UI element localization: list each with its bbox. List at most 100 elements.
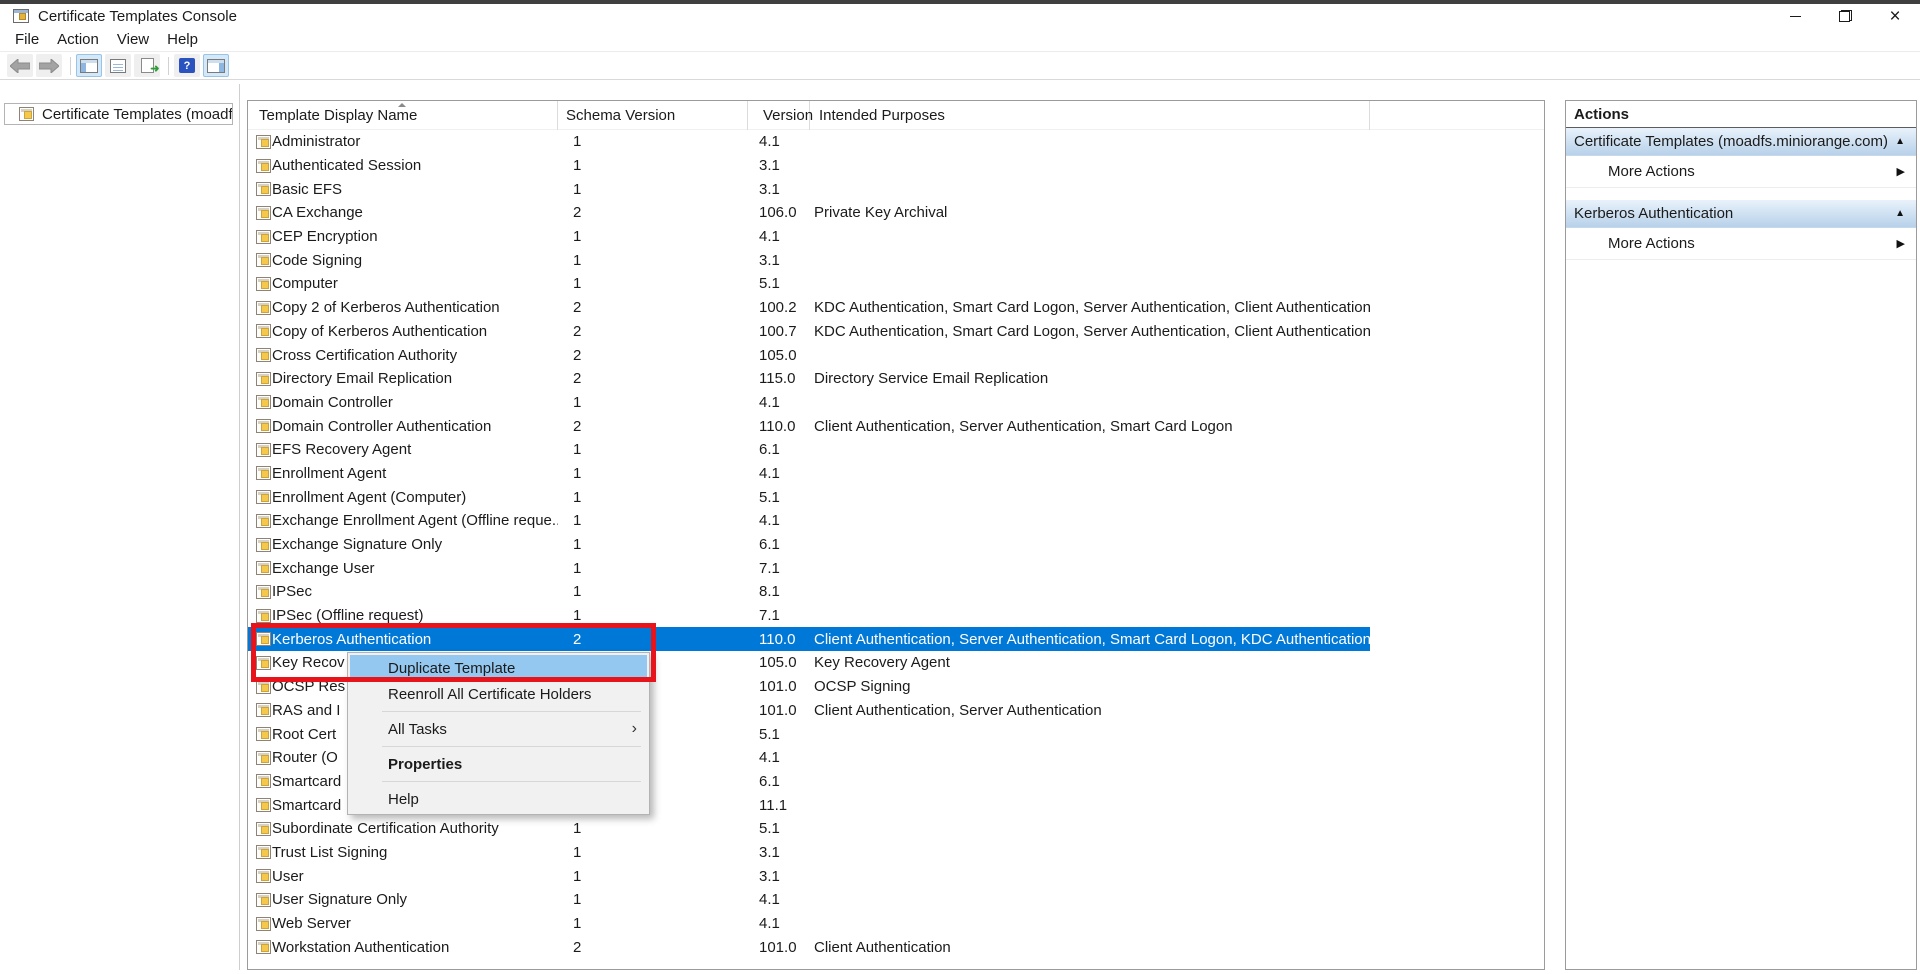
table-row[interactable]: Enrollment Agent14.1 [248, 462, 1370, 486]
cell-schema-version: 1 [558, 868, 748, 885]
cell-schema-version: 2 [558, 631, 748, 648]
menu-help[interactable]: Help [158, 29, 207, 50]
cell-schema-version: 1 [558, 844, 748, 861]
cell-version: 105.0 [748, 654, 810, 671]
cell-version: 115.0 [748, 370, 810, 387]
cell-template-name: IPSec (Offline request) [272, 607, 558, 624]
menu-file[interactable]: File [6, 29, 48, 50]
template-list-panel: Template Display Name Schema Version Ver… [247, 100, 1545, 970]
table-row[interactable]: Authenticated Session13.1 [248, 154, 1370, 178]
actions-section-header[interactable]: Certificate Templates (moadfs.miniorange… [1566, 128, 1916, 156]
cell-intended-purposes: Key Recovery Agent [810, 654, 1370, 671]
context-menu-item-help[interactable]: Help [348, 786, 649, 812]
actions-section: Kerberos Authentication▲More Actions▶ [1566, 200, 1916, 260]
table-row[interactable]: Exchange User17.1 [248, 556, 1370, 580]
export-list-button[interactable] [134, 54, 160, 77]
forward-button[interactable] [36, 54, 62, 77]
table-row[interactable]: Computer15.1 [248, 272, 1370, 296]
close-button[interactable]: × [1870, 4, 1920, 28]
table-row[interactable]: IPSec18.1 [248, 580, 1370, 604]
properties-list-icon [110, 59, 126, 73]
table-row[interactable]: Web Server14.1 [248, 912, 1370, 936]
table-row[interactable]: User Signature Only14.1 [248, 888, 1370, 912]
forward-arrow-icon [39, 59, 59, 73]
table-row[interactable]: CA Exchange2106.0Private Key Archival [248, 201, 1370, 225]
table-row[interactable]: Subordinate Certification Authority15.1 [248, 817, 1370, 841]
cell-template-name: Exchange Signature Only [272, 536, 558, 553]
menu-item-label: Reenroll All Certificate Holders [388, 686, 591, 703]
column-header-intended-purposes[interactable]: Intended Purposes [810, 101, 1370, 130]
table-row[interactable]: Workstation Authentication2101.0Client A… [248, 935, 1370, 959]
table-row[interactable]: Code Signing13.1 [248, 248, 1370, 272]
context-menu-item-duplicate-template[interactable]: Duplicate Template [350, 655, 647, 681]
actions-section-header[interactable]: Kerberos Authentication▲ [1566, 200, 1916, 228]
show-hide-action-pane-button[interactable] [203, 54, 229, 77]
restore-button[interactable] [1820, 4, 1870, 28]
column-header-schema-version[interactable]: Schema Version [558, 101, 748, 130]
context-menu-item-properties[interactable]: Properties [348, 751, 649, 777]
column-header-version[interactable]: Version [748, 101, 810, 130]
certificate-template-icon [248, 419, 272, 433]
table-row[interactable]: Domain Controller14.1 [248, 391, 1370, 415]
cell-schema-version: 1 [558, 560, 748, 577]
certificate-template-icon [248, 561, 272, 575]
cell-version: 3.1 [748, 844, 810, 861]
actions-section: Certificate Templates (moadfs.miniorange… [1566, 128, 1916, 188]
menu-separator [382, 746, 641, 747]
cell-template-name: Copy 2 of Kerberos Authentication [272, 299, 558, 316]
cell-schema-version: 1 [558, 275, 748, 292]
collapse-icon[interactable]: ▲ [1895, 136, 1905, 147]
certificate-template-icon [248, 727, 272, 741]
menu-action[interactable]: Action [48, 29, 108, 50]
cell-schema-version: 1 [558, 489, 748, 506]
more-actions-item[interactable]: More Actions▶ [1566, 156, 1916, 188]
certificate-template-icon [248, 585, 272, 599]
table-row[interactable]: Trust List Signing13.1 [248, 841, 1370, 865]
table-row[interactable]: Copy of Kerberos Authentication2100.7KDC… [248, 320, 1370, 344]
back-button[interactable] [7, 54, 33, 77]
table-row[interactable]: Administrator14.1 [248, 130, 1370, 154]
show-hide-console-tree-button[interactable] [76, 54, 102, 77]
certificate-template-icon [248, 703, 272, 717]
cell-schema-version: 1 [558, 441, 748, 458]
table-row[interactable]: Cross Certification Authority2105.0 [248, 343, 1370, 367]
table-row[interactable]: Directory Email Replication2115.0Directo… [248, 367, 1370, 391]
menu-bar: FileActionViewHelp [0, 28, 1920, 52]
cell-intended-purposes: KDC Authentication, Smart Card Logon, Se… [810, 299, 1370, 316]
window-controls: × [1770, 4, 1920, 28]
cell-template-name: Domain Controller [272, 394, 558, 411]
title-bar: Certificate Templates Console × [0, 4, 1920, 28]
menu-item-label: Duplicate Template [388, 660, 515, 677]
toolbar-separator [168, 57, 169, 75]
table-row[interactable]: IPSec (Offline request)17.1 [248, 604, 1370, 628]
properties-button[interactable] [105, 54, 131, 77]
tree-item-certificate-templates[interactable]: Certificate Templates (moadfs.mi [4, 103, 233, 125]
table-row[interactable]: Kerberos Authentication2110.0Client Auth… [248, 627, 1370, 651]
table-row[interactable]: Enrollment Agent (Computer)15.1 [248, 485, 1370, 509]
context-menu-item-reenroll-all-certificate-holders[interactable]: Reenroll All Certificate Holders [348, 681, 649, 707]
table-row[interactable]: User13.1 [248, 864, 1370, 888]
table-row[interactable]: CEP Encryption14.1 [248, 225, 1370, 249]
table-row[interactable]: Exchange Signature Only16.1 [248, 533, 1370, 557]
table-row[interactable]: Basic EFS13.1 [248, 177, 1370, 201]
table-row[interactable]: EFS Recovery Agent16.1 [248, 438, 1370, 462]
cell-version: 5.1 [748, 820, 810, 837]
minimize-button[interactable] [1770, 4, 1820, 28]
cell-template-name: EFS Recovery Agent [272, 441, 558, 458]
more-actions-item[interactable]: More Actions▶ [1566, 228, 1916, 260]
cell-schema-version: 2 [558, 939, 748, 956]
menu-separator [382, 781, 641, 782]
cell-template-name: CA Exchange [272, 204, 558, 221]
table-row[interactable]: Exchange Enrollment Agent (Offline reque… [248, 509, 1370, 533]
context-menu-item-all-tasks[interactable]: All Tasks› [348, 716, 649, 742]
help-icon: ? [179, 58, 195, 73]
menu-view[interactable]: View [108, 29, 158, 50]
help-button[interactable]: ? [174, 54, 200, 77]
cell-schema-version: 1 [558, 536, 748, 553]
certificate-template-icon [248, 609, 272, 623]
cell-template-name: Enrollment Agent [272, 465, 558, 482]
table-row[interactable]: Copy 2 of Kerberos Authentication2100.2K… [248, 296, 1370, 320]
table-row[interactable]: Domain Controller Authentication2110.0Cl… [248, 414, 1370, 438]
actions-section-title: Certificate Templates (moadfs.miniorange… [1574, 133, 1888, 150]
collapse-icon[interactable]: ▲ [1895, 208, 1905, 219]
